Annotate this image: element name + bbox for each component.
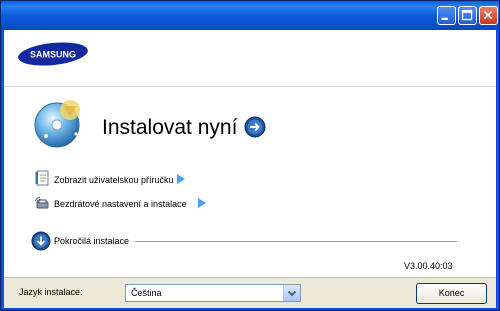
advanced-install-link[interactable]: Pokročilá instalace (54, 236, 129, 246)
window-frame-right (496, 30, 499, 310)
install-language-select[interactable]: Čeština (125, 284, 301, 302)
minimize-icon (441, 17, 448, 20)
installer-window: SAMSUNG Instalovat nyní Zobrazit uživate… (0, 0, 500, 311)
divider-line (135, 241, 457, 242)
wireless-printer-icon (34, 196, 49, 209)
chevron-down-icon (287, 290, 297, 297)
install-language-value: Čeština (131, 288, 162, 298)
arrow-down-circle-icon[interactable] (31, 231, 51, 251)
samsung-logo: SAMSUNG (18, 42, 88, 66)
close-button[interactable] (479, 6, 498, 25)
view-user-guide-label: Zobrazit uživatelskou příručku (54, 175, 174, 185)
install-language-label: Jazyk instalace: (19, 287, 83, 297)
install-disc-icon (34, 100, 80, 148)
exit-button[interactable]: Konec (416, 283, 487, 304)
title-bar[interactable] (1, 1, 499, 30)
header-banner: SAMSUNG (4, 30, 496, 87)
minimize-button[interactable] (437, 6, 456, 25)
arrow-right-icon[interactable] (198, 198, 206, 208)
install-now-link[interactable]: Instalovat nyní (102, 116, 237, 140)
arrow-right-circle-icon[interactable] (244, 116, 266, 138)
arrow-right-icon[interactable] (177, 174, 185, 184)
svg-text:SAMSUNG: SAMSUNG (30, 50, 76, 60)
installer-content: SAMSUNG Instalovat nyní Zobrazit uživate… (4, 30, 496, 307)
maximize-button[interactable] (458, 6, 477, 25)
version-label: V3.00.40:03 (404, 261, 453, 271)
manual-book-icon (35, 170, 49, 186)
wireless-setup-label: Bezdrátové nastavení a instalace (54, 199, 187, 209)
close-icon (483, 10, 493, 20)
footer-bar: Jazyk instalace: Čeština Konec (4, 277, 496, 308)
maximize-icon (461, 9, 473, 21)
dropdown-button[interactable] (283, 285, 300, 301)
